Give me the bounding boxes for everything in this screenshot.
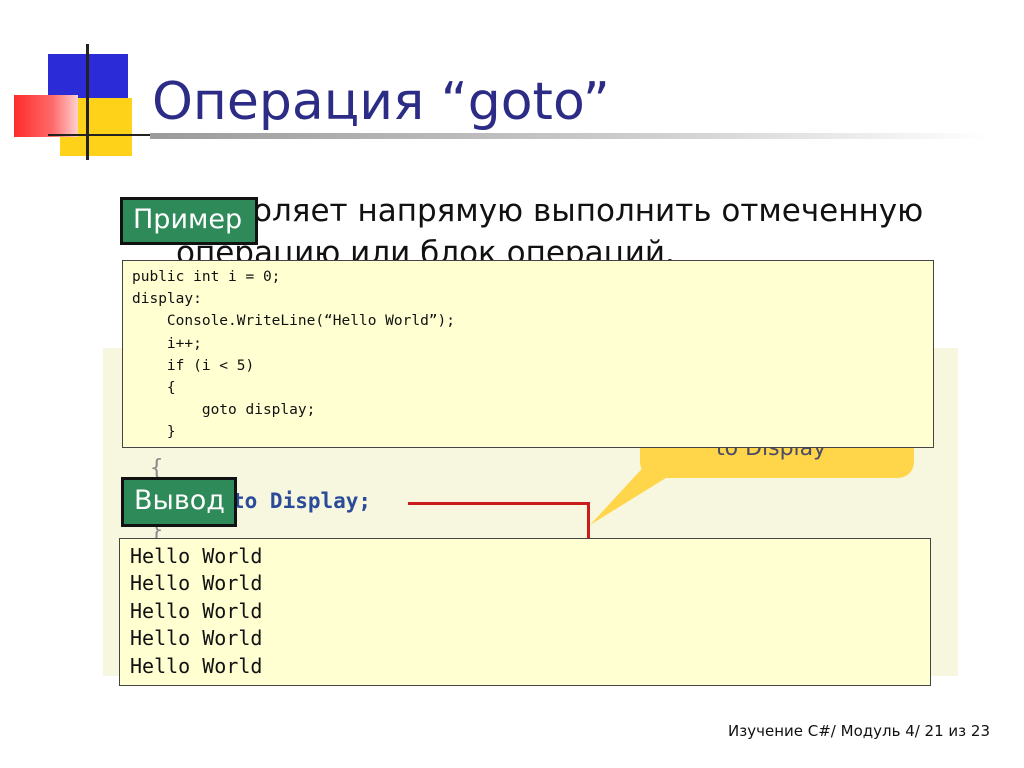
- output-line: Hello World: [130, 626, 263, 651]
- code-line: {: [132, 379, 176, 396]
- output-line: Hello World: [130, 598, 263, 623]
- code-line: }: [132, 424, 176, 441]
- output-box: Hello World Hello World Hello World Hell…: [119, 538, 931, 686]
- example-label: Пример: [120, 197, 258, 245]
- code-line: goto display;: [132, 402, 316, 419]
- output-line: Hello World: [130, 571, 263, 596]
- callout-tail: [590, 460, 695, 525]
- title-underline: [150, 133, 990, 139]
- code-line: i++;: [132, 335, 202, 352]
- code-line: Console.WriteLine(“Hello World”);: [132, 313, 456, 330]
- code-line: if (i < 5): [132, 357, 255, 374]
- code-line: public int i = 0;: [132, 269, 281, 285]
- arrow-line-horizontal: [408, 502, 590, 505]
- arrow-line-vertical: [587, 502, 590, 540]
- output-line: Hello World: [130, 653, 263, 678]
- output-label: Вывод: [121, 477, 237, 527]
- bg-code-fragment: to Display;: [232, 489, 372, 513]
- output-line: Hello World: [130, 544, 263, 568]
- code-example-box: public int i = 0; display: Console.Write…: [122, 260, 934, 448]
- code-line: display:: [132, 291, 202, 308]
- logo-red-square: [14, 95, 78, 137]
- logo-horizontal-line: [48, 134, 160, 136]
- slide-logo: [0, 0, 170, 170]
- logo-vertical-line: [86, 44, 89, 160]
- slide-footer: Изучение C#/ Модуль 4/ 21 из 23: [728, 722, 990, 740]
- slide-title: Операция “goto”: [152, 72, 610, 132]
